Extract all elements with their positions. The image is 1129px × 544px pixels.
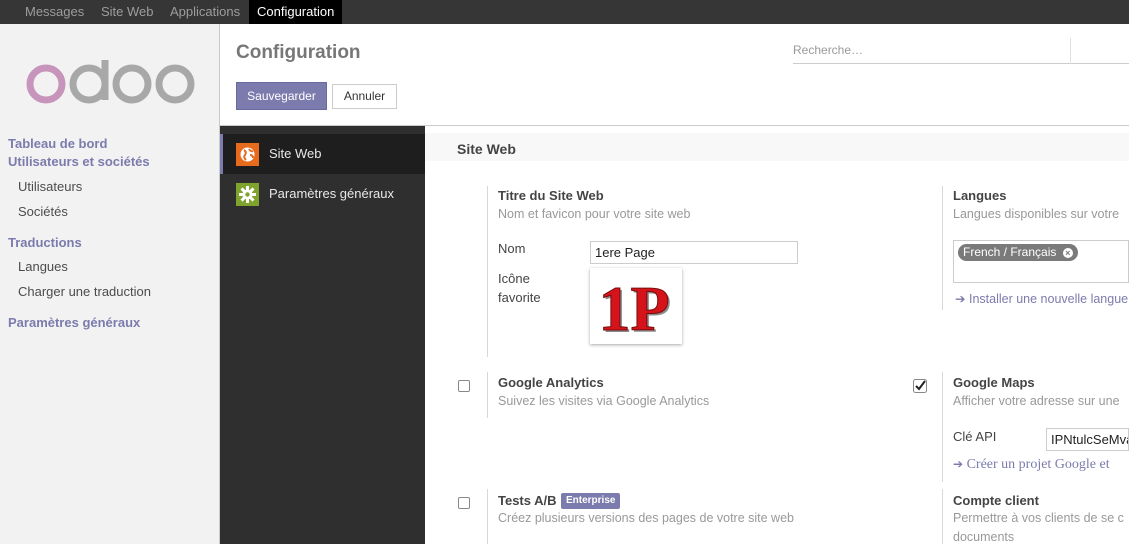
setting-title-ab-tests: Tests A/B (498, 493, 557, 508)
sidebar-item-langues[interactable]: Langues (18, 259, 68, 274)
arrow-right-icon: ➔ (955, 292, 966, 306)
create-google-project-link[interactable]: ➔ Créer un projet Google et (953, 457, 1110, 473)
install-language-label: Installer une nouvelle langue (968, 292, 1129, 306)
languages-tags-input[interactable]: French / Français × (953, 240, 1129, 283)
enterprise-badge: Enterprise (561, 493, 621, 509)
favicon-text: 1P (598, 273, 669, 344)
search-input[interactable]: Recherche… (793, 38, 1129, 64)
sidebar-item-societes[interactable]: Sociétés (18, 204, 68, 219)
menu-configuration[interactable]: Configuration (249, 0, 343, 24)
setting-divider (942, 489, 943, 544)
sidebar-item-charger-traduction[interactable]: Charger une traduction (18, 284, 151, 299)
arrow-right-icon: ➔ (953, 457, 964, 471)
cancel-button[interactable]: Annuler (332, 84, 397, 109)
page-title: Configuration (236, 42, 361, 63)
favicon-label-line-2: favorite (498, 290, 541, 305)
settings-nav-label: Paramètres généraux (269, 186, 395, 201)
favicon-image[interactable]: 1P 1P (590, 268, 682, 347)
settings-app-nav: Site Web Paramètres généraux (220, 126, 425, 544)
search-placeholder: Recherche… (793, 43, 864, 57)
section-title: Site Web (457, 141, 516, 157)
save-button[interactable]: Sauvegarder (236, 82, 327, 110)
setting-divider (942, 372, 943, 482)
sidebar-item-utilisateurs-societes[interactable]: Utilisateurs et sociétés (8, 154, 150, 169)
language-tag-label: French / Français (963, 245, 1057, 259)
menu-applications[interactable]: Applications (162, 0, 248, 24)
google-maps-checkbox[interactable] (913, 379, 927, 393)
settings-nav-label: Site Web (269, 146, 322, 161)
menu-messages[interactable]: Messages (17, 0, 92, 24)
setting-desc-compte-client-2: documents (953, 530, 1015, 544)
search-divider (1070, 38, 1071, 64)
setting-divider (487, 186, 488, 357)
globe-icon (236, 143, 259, 166)
menu-site-web[interactable]: Site Web (93, 0, 162, 24)
language-tag: French / Français × (958, 244, 1078, 261)
favicon-1p-image: 1P 1P (598, 273, 672, 347)
odoo-logo[interactable] (26, 60, 196, 106)
sidebar-item-parametres-generaux[interactable]: Paramètres généraux (8, 315, 140, 330)
gear-icon (236, 183, 259, 206)
setting-title-langues: Langues (953, 188, 1007, 203)
setting-desc-ab-tests: Créez plusieurs versions des pages de vo… (498, 511, 794, 525)
setting-title-google-analytics: Google Analytics (498, 375, 604, 390)
setting-desc-google-analytics: Suivez les visites via Google Analytics (498, 394, 710, 408)
top-navbar: Messages Site Web Applications Configura… (0, 0, 1129, 24)
favicon-label-line-1: Icône (498, 271, 530, 286)
settings-nav-site-web[interactable]: Site Web (220, 134, 425, 174)
api-key-label: Clé API (953, 429, 997, 444)
api-key-input[interactable]: IPNtulcSeMva (1046, 428, 1129, 451)
sidebar-item-traductions[interactable]: Traductions (8, 235, 82, 250)
setting-title-site-web: Titre du Site Web (498, 188, 604, 203)
create-google-project-label: Créer un projet Google et (966, 457, 1110, 472)
app-sidebar: Tableau de bord Utilisateurs et sociétés… (0, 24, 220, 544)
setting-title-compte-client: Compte client (953, 493, 1039, 508)
name-label: Nom (498, 241, 526, 256)
settings-nav-parametres-generaux[interactable]: Paramètres généraux (220, 174, 425, 214)
setting-desc-langues: Langues disponibles sur votre (953, 207, 1120, 221)
site-name-input[interactable]: 1ere Page (590, 241, 798, 264)
setting-divider (942, 186, 943, 310)
google-analytics-checkbox[interactable] (458, 380, 470, 392)
setting-divider (487, 489, 488, 544)
ab-tests-checkbox[interactable] (458, 497, 470, 509)
remove-tag-icon[interactable]: × (1062, 248, 1073, 258)
setting-desc-site-web: Nom et favicon pour votre site web (498, 207, 691, 221)
install-language-link[interactable]: ➔ Installer une nouvelle langue (955, 291, 1128, 306)
setting-divider (487, 372, 488, 418)
setting-desc-compte-client: Permettre à vos clients de se c (953, 511, 1124, 525)
setting-desc-google-maps: Afficher votre adresse sur une (953, 394, 1120, 408)
sidebar-item-utilisateurs[interactable]: Utilisateurs (18, 179, 82, 194)
sidebar-item-tableau-de-bord[interactable]: Tableau de bord (8, 136, 107, 151)
setting-title-google-maps: Google Maps (953, 375, 1035, 390)
section-header: Site Web (425, 133, 1129, 161)
